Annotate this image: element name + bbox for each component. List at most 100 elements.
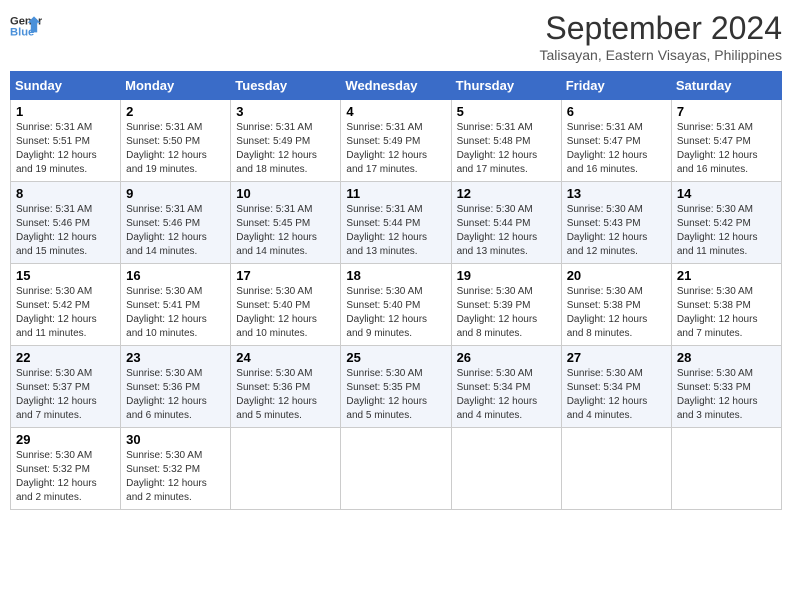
day-info: Sunrise: 5:31 AM Sunset: 5:47 PM Dayligh…	[677, 121, 776, 177]
day-number: 16	[126, 268, 225, 283]
calendar-cell: 20 Sunrise: 5:30 AM Sunset: 5:38 PM Dayl…	[561, 264, 671, 346]
calendar-cell	[341, 428, 451, 510]
calendar-cell	[561, 428, 671, 510]
calendar-cell: 21 Sunrise: 5:30 AM Sunset: 5:38 PM Dayl…	[671, 264, 781, 346]
day-number: 28	[677, 350, 776, 365]
day-number: 10	[236, 186, 335, 201]
calendar-cell: 8 Sunrise: 5:31 AM Sunset: 5:46 PM Dayli…	[11, 182, 121, 264]
day-number: 29	[16, 432, 115, 447]
calendar-cell: 7 Sunrise: 5:31 AM Sunset: 5:47 PM Dayli…	[671, 100, 781, 182]
day-info: Sunrise: 5:31 AM Sunset: 5:45 PM Dayligh…	[236, 203, 335, 259]
day-number: 19	[457, 268, 556, 283]
day-info: Sunrise: 5:31 AM Sunset: 5:49 PM Dayligh…	[236, 121, 335, 177]
day-info: Sunrise: 5:31 AM Sunset: 5:49 PM Dayligh…	[346, 121, 445, 177]
header-day: Sunday	[11, 72, 121, 100]
day-info: Sunrise: 5:30 AM Sunset: 5:41 PM Dayligh…	[126, 285, 225, 341]
day-info: Sunrise: 5:31 AM Sunset: 5:51 PM Dayligh…	[16, 121, 115, 177]
day-number: 5	[457, 104, 556, 119]
calendar-table: SundayMondayTuesdayWednesdayThursdayFrid…	[10, 71, 782, 510]
calendar-cell: 25 Sunrise: 5:30 AM Sunset: 5:35 PM Dayl…	[341, 346, 451, 428]
logo-icon: General Blue	[10, 10, 42, 42]
calendar-cell: 28 Sunrise: 5:30 AM Sunset: 5:33 PM Dayl…	[671, 346, 781, 428]
header-day: Wednesday	[341, 72, 451, 100]
header-row: SundayMondayTuesdayWednesdayThursdayFrid…	[11, 72, 782, 100]
calendar-cell	[231, 428, 341, 510]
calendar-cell: 11 Sunrise: 5:31 AM Sunset: 5:44 PM Dayl…	[341, 182, 451, 264]
day-number: 4	[346, 104, 445, 119]
day-info: Sunrise: 5:30 AM Sunset: 5:38 PM Dayligh…	[567, 285, 666, 341]
calendar-cell: 27 Sunrise: 5:30 AM Sunset: 5:34 PM Dayl…	[561, 346, 671, 428]
header-day: Saturday	[671, 72, 781, 100]
day-info: Sunrise: 5:30 AM Sunset: 5:43 PM Dayligh…	[567, 203, 666, 259]
calendar-week: 22 Sunrise: 5:30 AM Sunset: 5:37 PM Dayl…	[11, 346, 782, 428]
calendar-cell: 10 Sunrise: 5:31 AM Sunset: 5:45 PM Dayl…	[231, 182, 341, 264]
day-number: 18	[346, 268, 445, 283]
calendar-cell	[451, 428, 561, 510]
calendar-cell: 13 Sunrise: 5:30 AM Sunset: 5:43 PM Dayl…	[561, 182, 671, 264]
calendar-cell: 22 Sunrise: 5:30 AM Sunset: 5:37 PM Dayl…	[11, 346, 121, 428]
header-day: Monday	[121, 72, 231, 100]
calendar-cell: 16 Sunrise: 5:30 AM Sunset: 5:41 PM Dayl…	[121, 264, 231, 346]
calendar-cell: 6 Sunrise: 5:31 AM Sunset: 5:47 PM Dayli…	[561, 100, 671, 182]
day-info: Sunrise: 5:30 AM Sunset: 5:34 PM Dayligh…	[567, 367, 666, 423]
day-info: Sunrise: 5:30 AM Sunset: 5:38 PM Dayligh…	[677, 285, 776, 341]
calendar-cell: 3 Sunrise: 5:31 AM Sunset: 5:49 PM Dayli…	[231, 100, 341, 182]
day-info: Sunrise: 5:31 AM Sunset: 5:50 PM Dayligh…	[126, 121, 225, 177]
month-title: September 2024	[539, 10, 782, 47]
day-info: Sunrise: 5:30 AM Sunset: 5:32 PM Dayligh…	[16, 449, 115, 505]
page-header: General Blue September 2024 Talisayan, E…	[10, 10, 782, 63]
day-info: Sunrise: 5:30 AM Sunset: 5:35 PM Dayligh…	[346, 367, 445, 423]
day-number: 7	[677, 104, 776, 119]
calendar-week: 1 Sunrise: 5:31 AM Sunset: 5:51 PM Dayli…	[11, 100, 782, 182]
calendar-cell: 9 Sunrise: 5:31 AM Sunset: 5:46 PM Dayli…	[121, 182, 231, 264]
calendar-cell: 4 Sunrise: 5:31 AM Sunset: 5:49 PM Dayli…	[341, 100, 451, 182]
day-number: 26	[457, 350, 556, 365]
day-number: 11	[346, 186, 445, 201]
day-number: 3	[236, 104, 335, 119]
day-number: 8	[16, 186, 115, 201]
day-number: 13	[567, 186, 666, 201]
day-number: 23	[126, 350, 225, 365]
day-info: Sunrise: 5:30 AM Sunset: 5:34 PM Dayligh…	[457, 367, 556, 423]
calendar-cell: 29 Sunrise: 5:30 AM Sunset: 5:32 PM Dayl…	[11, 428, 121, 510]
svg-text:Blue: Blue	[10, 27, 34, 39]
day-number: 24	[236, 350, 335, 365]
calendar-cell: 24 Sunrise: 5:30 AM Sunset: 5:36 PM Dayl…	[231, 346, 341, 428]
calendar-cell: 26 Sunrise: 5:30 AM Sunset: 5:34 PM Dayl…	[451, 346, 561, 428]
calendar-cell: 15 Sunrise: 5:30 AM Sunset: 5:42 PM Dayl…	[11, 264, 121, 346]
calendar-cell: 19 Sunrise: 5:30 AM Sunset: 5:39 PM Dayl…	[451, 264, 561, 346]
calendar-cell: 23 Sunrise: 5:30 AM Sunset: 5:36 PM Dayl…	[121, 346, 231, 428]
day-number: 30	[126, 432, 225, 447]
calendar-cell: 12 Sunrise: 5:30 AM Sunset: 5:44 PM Dayl…	[451, 182, 561, 264]
day-number: 12	[457, 186, 556, 201]
day-number: 15	[16, 268, 115, 283]
calendar-week: 8 Sunrise: 5:31 AM Sunset: 5:46 PM Dayli…	[11, 182, 782, 264]
day-number: 17	[236, 268, 335, 283]
header-day: Tuesday	[231, 72, 341, 100]
header-day: Thursday	[451, 72, 561, 100]
title-area: September 2024 Talisayan, Eastern Visaya…	[539, 10, 782, 63]
calendar-cell: 5 Sunrise: 5:31 AM Sunset: 5:48 PM Dayli…	[451, 100, 561, 182]
day-info: Sunrise: 5:30 AM Sunset: 5:36 PM Dayligh…	[236, 367, 335, 423]
day-info: Sunrise: 5:30 AM Sunset: 5:32 PM Dayligh…	[126, 449, 225, 505]
day-info: Sunrise: 5:31 AM Sunset: 5:48 PM Dayligh…	[457, 121, 556, 177]
calendar-week: 15 Sunrise: 5:30 AM Sunset: 5:42 PM Dayl…	[11, 264, 782, 346]
location: Talisayan, Eastern Visayas, Philippines	[539, 47, 782, 63]
day-info: Sunrise: 5:31 AM Sunset: 5:47 PM Dayligh…	[567, 121, 666, 177]
day-info: Sunrise: 5:31 AM Sunset: 5:46 PM Dayligh…	[126, 203, 225, 259]
day-number: 25	[346, 350, 445, 365]
day-number: 6	[567, 104, 666, 119]
calendar-cell: 17 Sunrise: 5:30 AM Sunset: 5:40 PM Dayl…	[231, 264, 341, 346]
logo: General Blue	[10, 10, 42, 42]
day-number: 9	[126, 186, 225, 201]
header-day: Friday	[561, 72, 671, 100]
day-number: 22	[16, 350, 115, 365]
day-info: Sunrise: 5:30 AM Sunset: 5:42 PM Dayligh…	[16, 285, 115, 341]
calendar-cell: 2 Sunrise: 5:31 AM Sunset: 5:50 PM Dayli…	[121, 100, 231, 182]
day-number: 1	[16, 104, 115, 119]
calendar-cell: 1 Sunrise: 5:31 AM Sunset: 5:51 PM Dayli…	[11, 100, 121, 182]
day-info: Sunrise: 5:31 AM Sunset: 5:44 PM Dayligh…	[346, 203, 445, 259]
day-info: Sunrise: 5:30 AM Sunset: 5:33 PM Dayligh…	[677, 367, 776, 423]
calendar-cell: 14 Sunrise: 5:30 AM Sunset: 5:42 PM Dayl…	[671, 182, 781, 264]
calendar-cell: 18 Sunrise: 5:30 AM Sunset: 5:40 PM Dayl…	[341, 264, 451, 346]
